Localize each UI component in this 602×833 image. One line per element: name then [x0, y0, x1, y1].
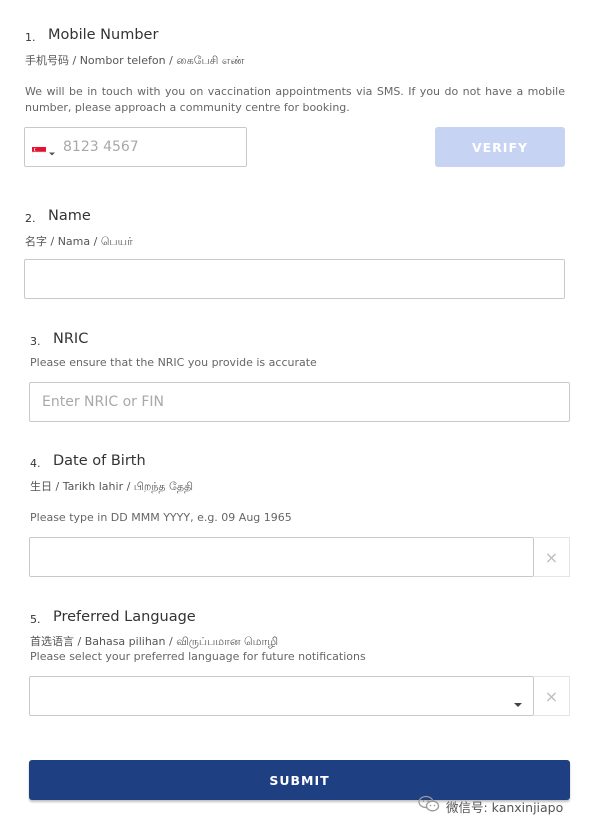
- language-section-title: Preferred Language: [53, 609, 196, 625]
- dob-input[interactable]: [29, 537, 534, 577]
- singapore-flag-icon[interactable]: [31, 142, 47, 158]
- mobile-section-number: 1.: [25, 31, 36, 44]
- chevron-down-icon[interactable]: [514, 693, 522, 712]
- dob-section-subtitle: 生日 / Tarikh lahir / பிறந்த தேதி: [30, 480, 194, 493]
- watermark-text: 微信号: kanxinjiapo: [446, 800, 564, 815]
- nric-section-number: 3.: [30, 335, 41, 348]
- nric-section-title: NRIC: [53, 331, 89, 347]
- language-section-description: Please select your preferred language fo…: [30, 650, 366, 663]
- dob-section-number: 4.: [30, 457, 41, 470]
- dob-section-title: Date of Birth: [53, 453, 146, 469]
- nric-input-placeholder: Enter NRIC or FIN: [42, 394, 165, 410]
- language-clear-button[interactable]: ×: [534, 676, 570, 716]
- close-icon: ×: [544, 686, 559, 706]
- nric-section-description: Please ensure that the NRIC you provide …: [30, 356, 317, 369]
- mobile-number-field[interactable]: 8123 4567: [24, 127, 247, 167]
- wechat-icon: [418, 795, 440, 813]
- chevron-down-icon[interactable]: [49, 142, 55, 161]
- mobile-number-placeholder: 8123 4567: [63, 139, 139, 155]
- submit-button[interactable]: SUBMIT: [29, 760, 570, 800]
- name-section-number: 2.: [25, 212, 36, 225]
- language-section-subtitle: 首选语言 / Bahasa pilihan / விருப்பமான மொழி: [30, 635, 279, 648]
- name-input[interactable]: [24, 259, 565, 299]
- language-section-number: 5.: [30, 613, 41, 626]
- mobile-section-subtitle: 手机号码 / Nombor telefon / கைபேசி எண்: [25, 54, 245, 67]
- close-icon: ×: [544, 547, 559, 567]
- verify-button[interactable]: VERIFY: [435, 127, 565, 167]
- language-select[interactable]: [29, 676, 534, 716]
- mobile-section-description: We will be in touch with you on vaccinat…: [25, 85, 565, 114]
- nric-input[interactable]: Enter NRIC or FIN: [29, 382, 570, 422]
- name-section-title: Name: [48, 208, 91, 224]
- name-section-subtitle: 名字 / Nama / பெயர்: [25, 235, 133, 248]
- dob-section-description: Please type in DD MMM YYYY, e.g. 09 Aug …: [30, 511, 292, 524]
- dob-clear-button[interactable]: ×: [534, 537, 570, 577]
- mobile-section-title: Mobile Number: [48, 27, 159, 43]
